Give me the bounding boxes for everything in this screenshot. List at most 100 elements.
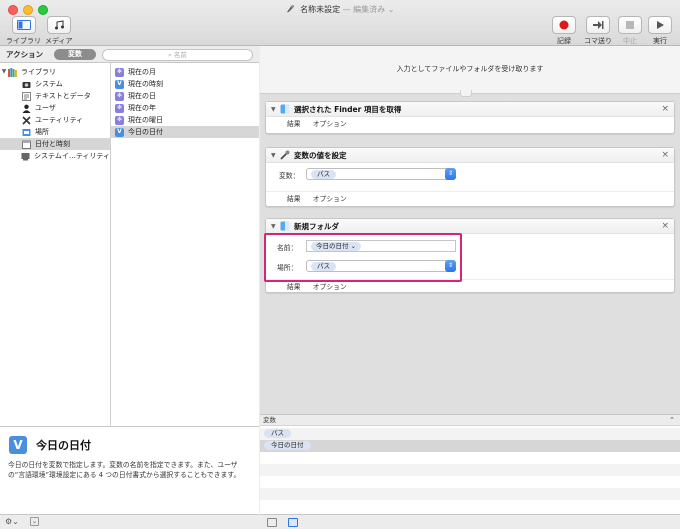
title-bar: 名称未設定 — 編集済み ⌄ ライブラリ メディア 記録 コマ送り 中止 実行 [0, 0, 680, 46]
run-button-label: 実行 [653, 37, 667, 45]
variables-panel-title: 変数 [263, 416, 276, 424]
gear-menu-icon[interactable]: ⚙⌄ [5, 517, 19, 526]
category-row-system[interactable]: システム [0, 78, 110, 90]
variable-token: パス [311, 170, 336, 179]
variable-row[interactable]: V 現在の時刻 [111, 78, 259, 90]
step-button-label: コマ送り [584, 37, 612, 45]
category-row-system-utility[interactable]: システムイ…ティリティ [0, 150, 110, 162]
media-button[interactable]: メディア [45, 16, 73, 46]
calendar-icon [22, 140, 31, 149]
workflow-bottom-bar [260, 514, 680, 529]
action-set-variable-value[interactable]: ▼ 変数の値を設定 × 変数： パス ⇕ 結果 オプション [265, 147, 675, 207]
action-header: ▼ 選択された Finder 項目を取得 × [266, 102, 674, 117]
action-footer: 結果 オプション [266, 191, 674, 205]
variable-row[interactable]: ✻ 現在の月 [111, 66, 259, 78]
description-title: 今日の日付 [36, 439, 91, 452]
step-forward-icon [586, 16, 610, 34]
category-row-text-data[interactable]: テキストとデータ [0, 90, 110, 102]
options-button[interactable]: オプション [313, 120, 347, 128]
variable-list-item-selected[interactable]: 今日の日付 [260, 440, 680, 452]
media-button-label: メディア [45, 37, 73, 45]
gear-icon: ✻ [115, 115, 124, 125]
collapse-description-icon[interactable]: ⌄ [30, 517, 39, 526]
edited-status[interactable]: — 編集済み ⌄ [343, 5, 395, 14]
variable-v-icon: V [9, 436, 27, 454]
disclosure-triangle-icon[interactable]: ▼ [271, 106, 280, 113]
options-button[interactable]: オプション [313, 283, 347, 291]
action-get-finder-items[interactable]: ▼ 選択された Finder 項目を取得 × 結果 オプション [265, 101, 675, 134]
results-button[interactable]: 結果 [287, 120, 301, 128]
library-search-input[interactable]: ⌕ 名前 [102, 49, 253, 61]
step-button[interactable]: コマ送り [584, 16, 612, 46]
options-button[interactable]: オプション [313, 195, 347, 203]
automator-document-icon [286, 4, 294, 13]
variable-row[interactable]: ✻ 現在の年 [111, 102, 259, 114]
close-icon[interactable]: × [661, 104, 669, 114]
disclosure-triangle-icon[interactable]: ▼ [271, 223, 280, 230]
run-button[interactable]: 実行 [648, 16, 672, 46]
action-footer: 結果 オプション [266, 117, 674, 131]
workflow-pane: 入力としてファイルやフォルダを受け取ります ▼ 選択された Finder 項目を… [260, 46, 680, 529]
action-title: 新規フォルダ [294, 221, 339, 231]
variable-popup[interactable]: パス ⇕ [306, 168, 456, 180]
variable-v-icon: V [115, 127, 124, 137]
results-button[interactable]: 結果 [287, 283, 301, 291]
category-label: 場所 [35, 128, 49, 136]
variable-label: 現在の日 [128, 92, 156, 100]
gear-icon: ✻ [115, 67, 124, 77]
variable-label: 現在の月 [128, 68, 156, 76]
location-icon [22, 128, 31, 137]
log-view-icon[interactable] [267, 518, 277, 527]
text-icon [22, 91, 31, 101]
category-label: 日付と時刻 [35, 140, 70, 148]
variable-field-label: 変数： [279, 172, 300, 180]
stop-button[interactable]: 中止 [618, 16, 642, 46]
empty-row [260, 464, 680, 476]
category-list: ▼ ライブラリ システム テキストとデータ ユーザ ユーティリティ 場所 日付と… [0, 63, 111, 426]
category-row-user[interactable]: ユーザ [0, 102, 110, 114]
empty-row [260, 488, 680, 500]
record-button-label: 記録 [557, 37, 571, 45]
category-label: ライブラリ [21, 68, 56, 76]
finder-icon [280, 221, 290, 231]
action-header: ▼ 新規フォルダ × [266, 219, 674, 234]
tab-variables[interactable]: 変数 [54, 49, 96, 60]
disclosure-triangle-icon[interactable]: ▼ [271, 152, 280, 159]
close-icon[interactable]: × [661, 221, 669, 231]
library-button[interactable]: ライブラリ [6, 16, 41, 46]
variable-row[interactable]: ✻ 現在の曜日 [111, 114, 259, 126]
close-icon[interactable]: × [661, 150, 669, 160]
results-button[interactable]: 結果 [287, 195, 301, 203]
music-note-icon [46, 16, 71, 34]
action-header: ▼ 変数の値を設定 × [266, 148, 674, 163]
category-label: ユーティリティ [35, 116, 84, 124]
chevron-up-icon[interactable]: ⌃ [669, 415, 675, 426]
description-text: 今日の日付を変数で指定します。変数の名前を指定できます。また、ユーザの“言語環境… [8, 461, 241, 479]
record-icon [552, 16, 576, 34]
stop-icon [618, 16, 642, 34]
category-row-location[interactable]: 場所 [0, 126, 110, 138]
variable-row-selected[interactable]: V 今日の日付 [111, 126, 259, 138]
window-title-text: 名称未設定 [300, 5, 341, 14]
category-label: システム [35, 80, 63, 88]
library-button-label: ライブラリ [6, 37, 41, 45]
variables-view-icon[interactable] [288, 518, 298, 527]
category-row-library[interactable]: ▼ ライブラリ [0, 66, 110, 78]
variable-token: パス [264, 429, 291, 438]
variable-list-item[interactable]: パス [260, 428, 680, 440]
tools-icon [22, 115, 31, 125]
category-row-date-time[interactable]: 日付と時刻 [0, 138, 110, 150]
record-button[interactable]: 記録 [552, 16, 576, 46]
automator-wand-icon [280, 150, 290, 160]
category-label: テキストとデータ [35, 92, 91, 100]
description-panel: V 今日の日付 今日の日付を変数で指定します。変数の名前を指定できます。また、ユ… [0, 426, 259, 514]
category-row-utility[interactable]: ユーティリティ [0, 114, 110, 126]
gear-icon: ✻ [115, 103, 124, 113]
tab-actions[interactable]: アクション [6, 49, 43, 60]
window-title: 名称未設定 — 編集済み ⌄ [0, 4, 680, 15]
search-placeholder: 名前 [173, 51, 187, 59]
action-title: 選択された Finder 項目を取得 [294, 104, 402, 114]
library-header: アクション 変数 ⌕ 名前 [0, 46, 259, 63]
disclosure-triangle-icon[interactable]: ▼ [0, 66, 8, 78]
variable-row[interactable]: ✻ 現在の日 [111, 90, 259, 102]
